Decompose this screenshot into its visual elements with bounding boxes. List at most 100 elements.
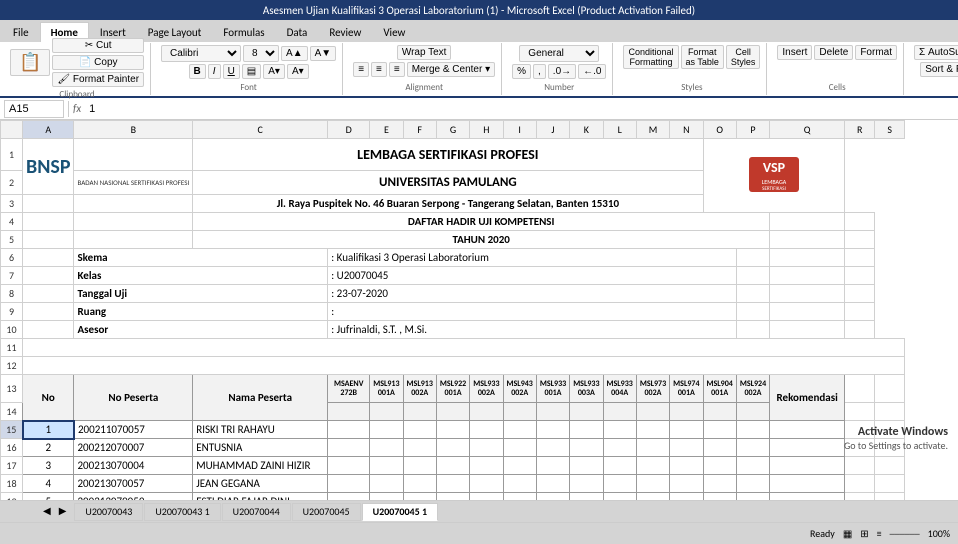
cell-c15-nama[interactable]: RISKI TRI RAHAYU <box>193 421 328 439</box>
font-name-select[interactable]: Calibri <box>161 45 241 62</box>
format-painter-button[interactable]: 🖌 Format Painter <box>52 72 144 87</box>
increase-decimal-button[interactable]: .0→ <box>548 64 576 79</box>
cell-q19[interactable] <box>770 493 845 501</box>
cell-i18[interactable] <box>503 475 536 493</box>
cell-b15-nopeserta[interactable]: 200211070057 <box>74 421 193 439</box>
cell-k17[interactable] <box>570 457 603 475</box>
cell-p17[interactable] <box>736 457 769 475</box>
cell-row11[interactable] <box>23 339 905 357</box>
col-header-f[interactable]: F <box>403 121 436 139</box>
percent-button[interactable]: % <box>512 64 531 79</box>
cell-b1[interactable] <box>74 139 193 171</box>
col-header-s[interactable]: S <box>875 121 905 139</box>
cell-d14[interactable] <box>328 403 370 421</box>
sort-filter-button[interactable]: Sort & Filter ▾ <box>920 62 958 77</box>
cell-r7[interactable] <box>770 267 845 285</box>
cell-e17[interactable] <box>370 457 403 475</box>
align-center-button[interactable]: ≡ <box>371 62 387 77</box>
cell-a1[interactable]: BNSP <box>23 139 74 195</box>
cell-e18[interactable] <box>370 475 403 493</box>
insert-cells-button[interactable]: Insert <box>777 45 812 60</box>
cell-reference-input[interactable]: A15 <box>4 100 64 118</box>
cell-q9[interactable] <box>736 303 769 321</box>
italic-button[interactable]: I <box>208 64 221 79</box>
cell-d15[interactable] <box>328 421 370 439</box>
cell-c16-nama[interactable]: ENTUSNIA <box>193 439 328 457</box>
cell-r18[interactable] <box>845 475 875 493</box>
cell-j18[interactable] <box>536 475 569 493</box>
cell-a19-no[interactable]: 5 <box>23 493 74 501</box>
cell-a18-no[interactable]: 4 <box>23 475 74 493</box>
cell-d19[interactable] <box>328 493 370 501</box>
align-left-button[interactable]: ≡ <box>353 62 369 77</box>
cell-i17[interactable] <box>503 457 536 475</box>
sheet-tab-u20070045-1[interactable]: U20070045 1 <box>362 503 438 521</box>
sheet-tab-u20070043[interactable]: U20070043 <box>74 503 143 521</box>
cell-c5-title[interactable]: TAHUN 2020 <box>193 231 770 249</box>
cell-g17[interactable] <box>436 457 469 475</box>
delete-cells-button[interactable]: Delete <box>814 45 853 60</box>
cell-f17[interactable] <box>403 457 436 475</box>
cell-q7[interactable] <box>736 267 769 285</box>
fill-color-button[interactable]: A▾ <box>263 64 285 79</box>
cell-g16[interactable] <box>436 439 469 457</box>
cell-s7[interactable] <box>845 267 875 285</box>
cell-f18[interactable] <box>403 475 436 493</box>
underline-button[interactable]: U <box>223 64 240 79</box>
cell-l13-msl933-004a[interactable]: MSL933004A <box>603 375 636 403</box>
cell-p19[interactable] <box>736 493 769 501</box>
cell-m18[interactable] <box>636 475 669 493</box>
cell-b13-nopeserta[interactable]: No Peserta <box>74 375 193 421</box>
format-as-table-button[interactable]: Formatas Table <box>681 45 724 69</box>
cell-s14[interactable] <box>875 403 905 421</box>
conditional-formatting-button[interactable]: ConditionalFormatting <box>623 45 678 69</box>
cell-i14[interactable] <box>503 403 536 421</box>
tab-formulas[interactable]: Formulas <box>212 22 275 42</box>
cell-g13-msl922[interactable]: MSL922001A <box>436 375 469 403</box>
copy-button[interactable]: 📄 Copy <box>52 55 144 70</box>
cell-s4[interactable] <box>845 213 875 231</box>
cell-h13-msl933-002a[interactable]: MSL933002A <box>470 375 503 403</box>
cell-m19[interactable] <box>636 493 669 501</box>
cell-c13-namapeserta[interactable]: Nama Peserta <box>193 375 328 421</box>
col-header-a[interactable]: A <box>23 121 74 139</box>
cell-h18[interactable] <box>470 475 503 493</box>
cell-n19[interactable] <box>670 493 703 501</box>
cell-p15[interactable] <box>736 421 769 439</box>
col-header-b[interactable]: B <box>74 121 193 139</box>
cell-s6[interactable] <box>845 249 875 267</box>
cell-e16[interactable] <box>370 439 403 457</box>
cell-k15[interactable] <box>570 421 603 439</box>
sheet-tab-u20070044[interactable]: U20070044 <box>222 503 291 521</box>
font-size-select[interactable]: 8 <box>243 45 279 62</box>
align-right-button[interactable]: ≡ <box>389 62 405 77</box>
cell-n16[interactable] <box>670 439 703 457</box>
cell-a6[interactable] <box>23 249 74 267</box>
cell-i16[interactable] <box>503 439 536 457</box>
cell-b17-nopeserta[interactable]: 200213070004 <box>74 457 193 475</box>
cell-p16[interactable] <box>736 439 769 457</box>
cell-q8[interactable] <box>736 285 769 303</box>
cell-b16-nopeserta[interactable]: 200212070007 <box>74 439 193 457</box>
cell-i13-msl943[interactable]: MSL943002A <box>503 375 536 403</box>
cell-j13-msl933-001a[interactable]: MSL933001A <box>536 375 569 403</box>
col-header-g[interactable]: G <box>436 121 469 139</box>
cell-a9[interactable] <box>23 303 74 321</box>
cell-p18[interactable] <box>736 475 769 493</box>
cell-b7-label[interactable]: Kelas <box>74 267 328 285</box>
cell-g19[interactable] <box>436 493 469 501</box>
cell-o14[interactable] <box>703 403 736 421</box>
cell-h19[interactable] <box>470 493 503 501</box>
cell-a16-no[interactable]: 2 <box>23 439 74 457</box>
cell-b8-label[interactable]: Tanggal Uji <box>74 285 328 303</box>
cell-n18[interactable] <box>670 475 703 493</box>
cell-b18-nopeserta[interactable]: 200213070057 <box>74 475 193 493</box>
number-format-select[interactable]: General <box>519 45 599 62</box>
cell-a3[interactable] <box>23 195 74 213</box>
cell-s13[interactable] <box>875 375 905 403</box>
cell-l16[interactable] <box>603 439 636 457</box>
autosum-button[interactable]: Σ AutoSum ▾ <box>914 45 958 60</box>
tab-scroll-left-button[interactable]: ◀ <box>40 505 54 518</box>
cell-s8[interactable] <box>845 285 875 303</box>
cell-n14[interactable] <box>670 403 703 421</box>
